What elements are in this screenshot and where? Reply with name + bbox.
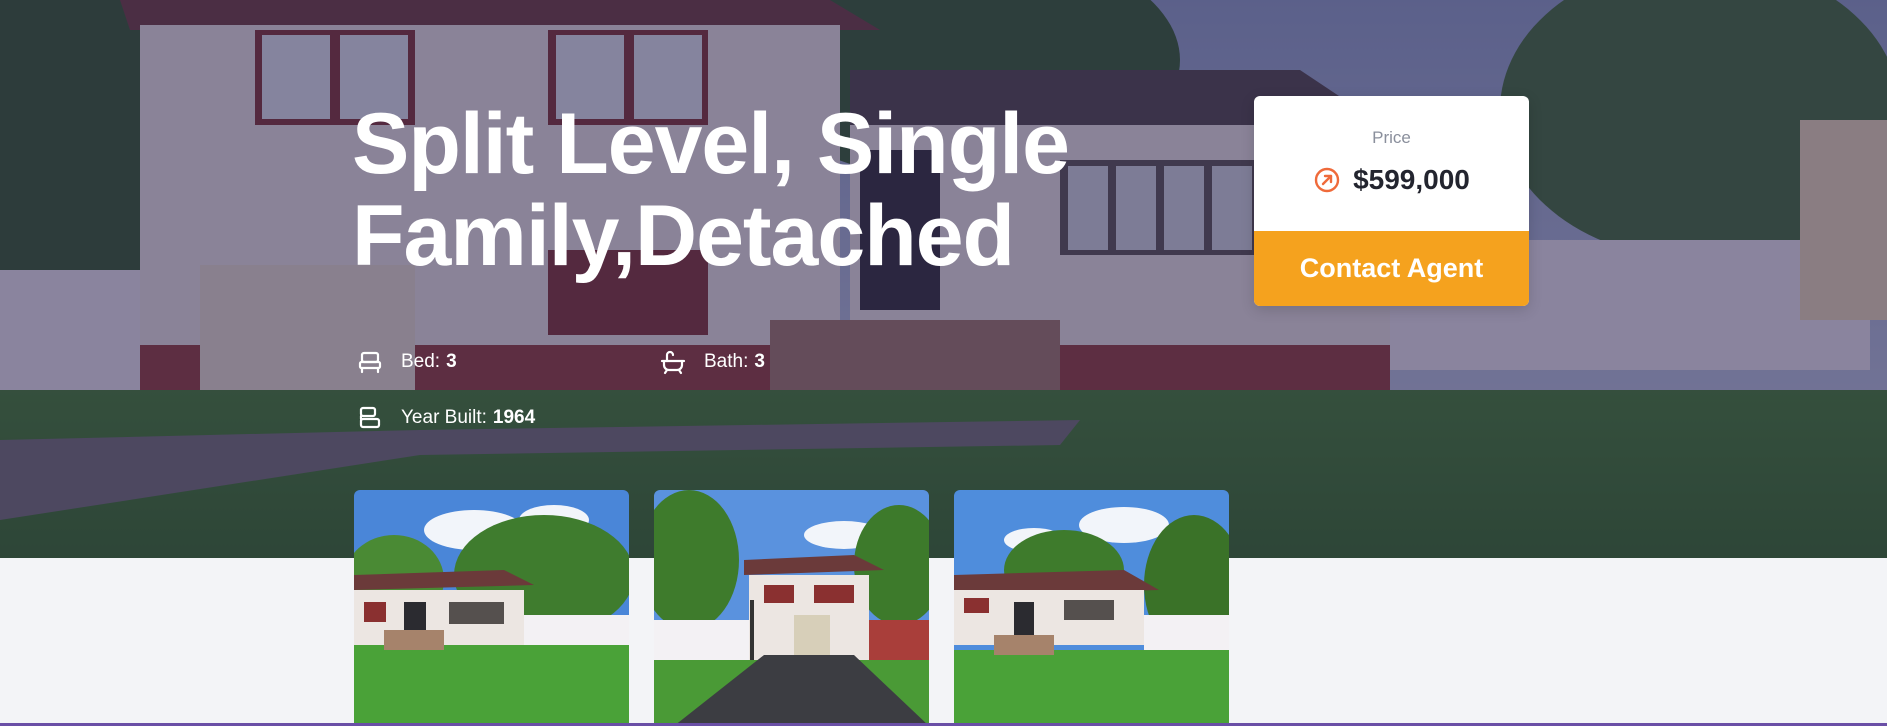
bath-value: 3 xyxy=(754,351,765,372)
bath-icon xyxy=(660,349,686,375)
price-label: Price xyxy=(1372,128,1411,147)
hero-banner: Split Level, Single Family,Detached Bed:… xyxy=(0,0,1887,558)
bed-value: 3 xyxy=(446,351,457,372)
feature-year-built: Year Built: 1964 xyxy=(357,405,535,431)
contact-agent-button[interactable]: Contact Agent xyxy=(1254,231,1529,306)
bed-icon xyxy=(357,349,383,375)
listing-title: Split Level, Single Family,Detached xyxy=(352,96,1070,284)
bath-label: Bath: xyxy=(704,351,749,372)
arrow-up-right-circle-icon xyxy=(1313,166,1341,194)
bed-label: Bed: xyxy=(401,351,441,372)
price-card: Price $599,000 Contact Agent xyxy=(1254,96,1529,306)
year-built-label: Year Built: xyxy=(401,407,487,428)
feature-bath: Bath: 3 xyxy=(660,349,765,375)
price-value: $599,000 xyxy=(1353,164,1470,195)
building-icon xyxy=(357,405,383,431)
feature-bed: Bed: 3 xyxy=(357,349,457,375)
gallery-thumbnail-2[interactable] xyxy=(654,490,929,726)
year-built-value: 1964 xyxy=(492,407,536,428)
price-row: $599,000 xyxy=(1254,164,1529,196)
gallery-thumbnail-1[interactable] xyxy=(354,490,629,726)
gallery-thumbnail-3[interactable] xyxy=(954,490,1229,726)
